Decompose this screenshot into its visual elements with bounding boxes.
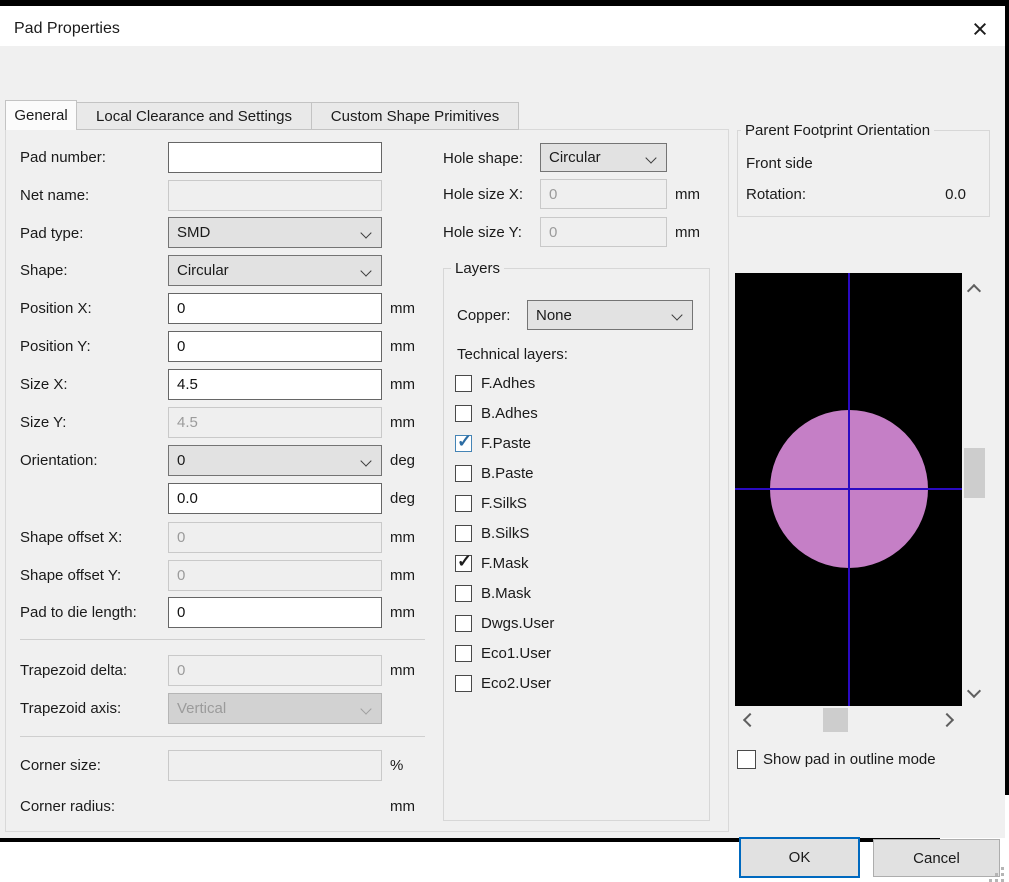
net-name-input	[168, 180, 382, 211]
window-title: Pad Properties	[14, 20, 120, 37]
chevron-down-icon	[671, 309, 683, 321]
checkbox-outline-mode-label: Show pad in outline mode	[763, 751, 936, 768]
parent-orientation-group	[737, 130, 990, 217]
size-y-input	[168, 407, 382, 438]
tab-local-clearance[interactable]: Local Clearance and Settings	[76, 102, 312, 130]
ok-button[interactable]: OK	[739, 837, 860, 878]
title-bar: Pad Properties ×	[0, 6, 1005, 46]
parent-orientation-title: Parent Footprint Orientation	[741, 122, 935, 139]
close-button[interactable]: ×	[960, 10, 1000, 48]
chevron-down-icon	[645, 152, 657, 164]
shape-value: Circular	[177, 262, 229, 279]
chevron-down-icon	[360, 703, 372, 715]
corner-size-input	[168, 750, 382, 781]
hole-shape-value: Circular	[549, 149, 601, 166]
horizontal-scrollbar-thumb[interactable]	[823, 708, 848, 732]
cancel-button[interactable]: Cancel	[873, 839, 1000, 877]
parent-rotation-value: 0.0	[945, 186, 966, 203]
pad-type-value: SMD	[177, 224, 211, 241]
chevron-down-icon	[360, 455, 372, 467]
tab-general-label: General	[14, 107, 68, 124]
scroll-left-icon[interactable]	[742, 712, 758, 728]
checkbox-outline-mode[interactable]: ✓	[737, 750, 756, 769]
window-border-right	[1005, 6, 1009, 795]
layers-group-title: Layers	[451, 260, 505, 277]
hole-size-x-input	[540, 179, 667, 209]
orientation-custom-input[interactable]	[168, 483, 382, 514]
cancel-button-label: Cancel	[913, 849, 960, 867]
shape-select[interactable]: Circular	[168, 255, 382, 286]
parent-rotation-label: Rotation:	[746, 186, 807, 203]
parent-side-value: Front side	[746, 155, 813, 172]
crosshair-horizontal	[735, 488, 962, 490]
shape-offset-y-input	[168, 560, 382, 591]
vertical-scrollbar-thumb[interactable]	[964, 448, 985, 498]
pad-preview-canvas	[735, 273, 962, 706]
scroll-up-icon[interactable]	[966, 283, 982, 299]
ok-button-label: OK	[788, 849, 811, 866]
copper-select[interactable]: None	[527, 300, 693, 330]
close-icon: ×	[972, 13, 988, 44]
copper-value: None	[536, 306, 572, 324]
trapezoid-axis-select: Vertical	[168, 693, 382, 724]
scroll-down-icon[interactable]	[966, 683, 982, 699]
pad-properties-dialog: { "window": { "title": "Pad Properties" …	[0, 0, 1009, 882]
position-y-input[interactable]	[168, 331, 382, 362]
hole-shape-select[interactable]: Circular	[540, 143, 667, 172]
dialog-body: General Local Clearance and Settings Cus…	[0, 46, 1005, 882]
orientation-value: 0	[177, 452, 186, 469]
trapezoid-delta-input	[168, 655, 382, 686]
hole-size-y-input	[540, 217, 667, 247]
tab-custom-shape[interactable]: Custom Shape Primitives	[311, 102, 519, 130]
shape-offset-x-input	[168, 522, 382, 553]
pad-to-die-input[interactable]	[168, 597, 382, 628]
pad-number-input[interactable]	[168, 142, 382, 173]
chevron-down-icon	[360, 227, 372, 239]
tab-local-clearance-label: Local Clearance and Settings	[96, 107, 292, 125]
trapezoid-axis-value: Vertical	[177, 700, 227, 717]
size-x-input[interactable]	[168, 369, 382, 400]
orientation-select[interactable]: 0	[168, 445, 382, 476]
chevron-down-icon	[360, 265, 372, 277]
position-x-input[interactable]	[168, 293, 382, 324]
scroll-right-icon[interactable]	[939, 712, 955, 728]
tab-custom-shape-label: Custom Shape Primitives	[330, 107, 500, 125]
tab-general[interactable]: General	[5, 100, 77, 130]
pad-type-select[interactable]: SMD	[168, 217, 382, 248]
